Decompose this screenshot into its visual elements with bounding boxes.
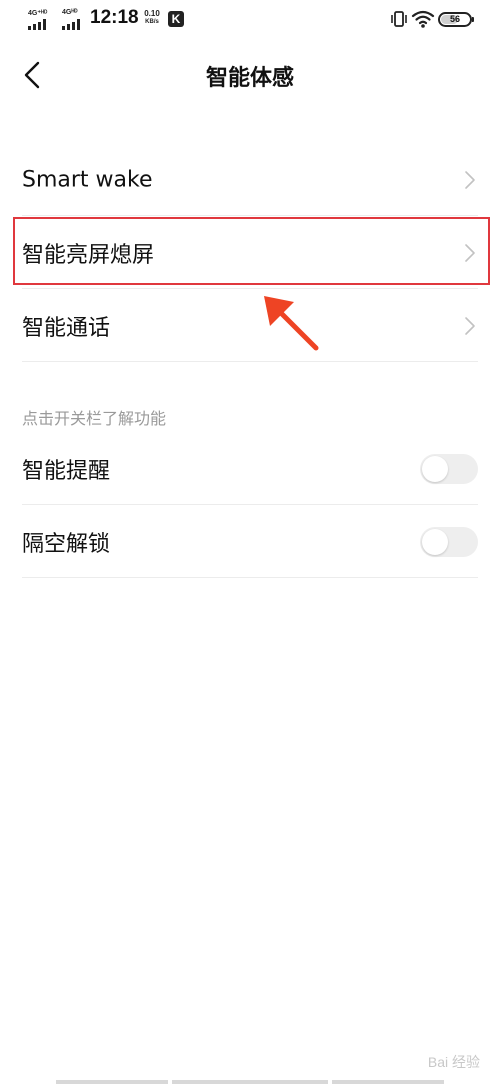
chevron-right-icon <box>465 171 475 189</box>
menu-item-label: 智能通话 <box>22 316 111 341</box>
arrow-icon <box>264 296 319 351</box>
divider <box>22 577 478 578</box>
air-unlock-toggle[interactable] <box>420 527 478 557</box>
clock: 12:18 <box>90 7 139 28</box>
bottom-bar-segment <box>172 1080 328 1084</box>
bottom-bar-segment <box>332 1080 444 1084</box>
toggle-label: 隔空解锁 <box>22 532 111 557</box>
chevron-right-icon <box>465 317 475 335</box>
divider <box>22 504 478 505</box>
toggle-row-air-unlock: 隔空解锁 <box>22 506 478 578</box>
bottom-bar-segment <box>56 1080 168 1084</box>
battery-percent: 56 <box>449 14 460 24</box>
net-speed-unit: KB/s <box>145 19 159 25</box>
vibrate-icon <box>391 11 407 27</box>
battery-icon: 56 <box>438 12 472 27</box>
status-bar: 4G⁺ᴴᴰ 4Gᴴᴰ 12:18 0.10 KB/s K 56 <box>0 0 500 38</box>
toggle-row-smart-reminder: 智能提醒 <box>22 433 478 505</box>
battery-tip <box>472 17 474 22</box>
sim1-label: 4G⁺ᴴᴰ <box>28 10 48 17</box>
header: 智能体感 <box>0 40 500 110</box>
app-k-icon: K <box>168 11 184 27</box>
wifi-icon <box>411 10 435 28</box>
toggle-knob <box>422 529 448 555</box>
menu-item-smart-wake[interactable]: Smart wake <box>22 144 478 216</box>
highlight-box <box>13 217 490 285</box>
divider <box>22 361 478 362</box>
section-header: 点击开关栏了解功能 <box>22 409 167 428</box>
sim2-label: 4Gᴴᴰ <box>62 9 78 16</box>
divider <box>22 288 478 289</box>
toggle-label: 智能提醒 <box>22 459 111 484</box>
page-title: 智能体感 <box>205 66 294 91</box>
smart-reminder-toggle[interactable] <box>420 454 478 484</box>
divider <box>22 215 478 216</box>
menu-item-label: Smart wake <box>22 167 153 193</box>
toggle-knob <box>422 456 448 482</box>
watermark: Bai 经验 <box>427 1054 480 1070</box>
net-speed-value: 0.10 <box>144 9 160 18</box>
network-speed: 0.10 KB/s <box>142 9 162 27</box>
menu-item-smart-call[interactable]: 智能通话 <box>22 290 478 362</box>
